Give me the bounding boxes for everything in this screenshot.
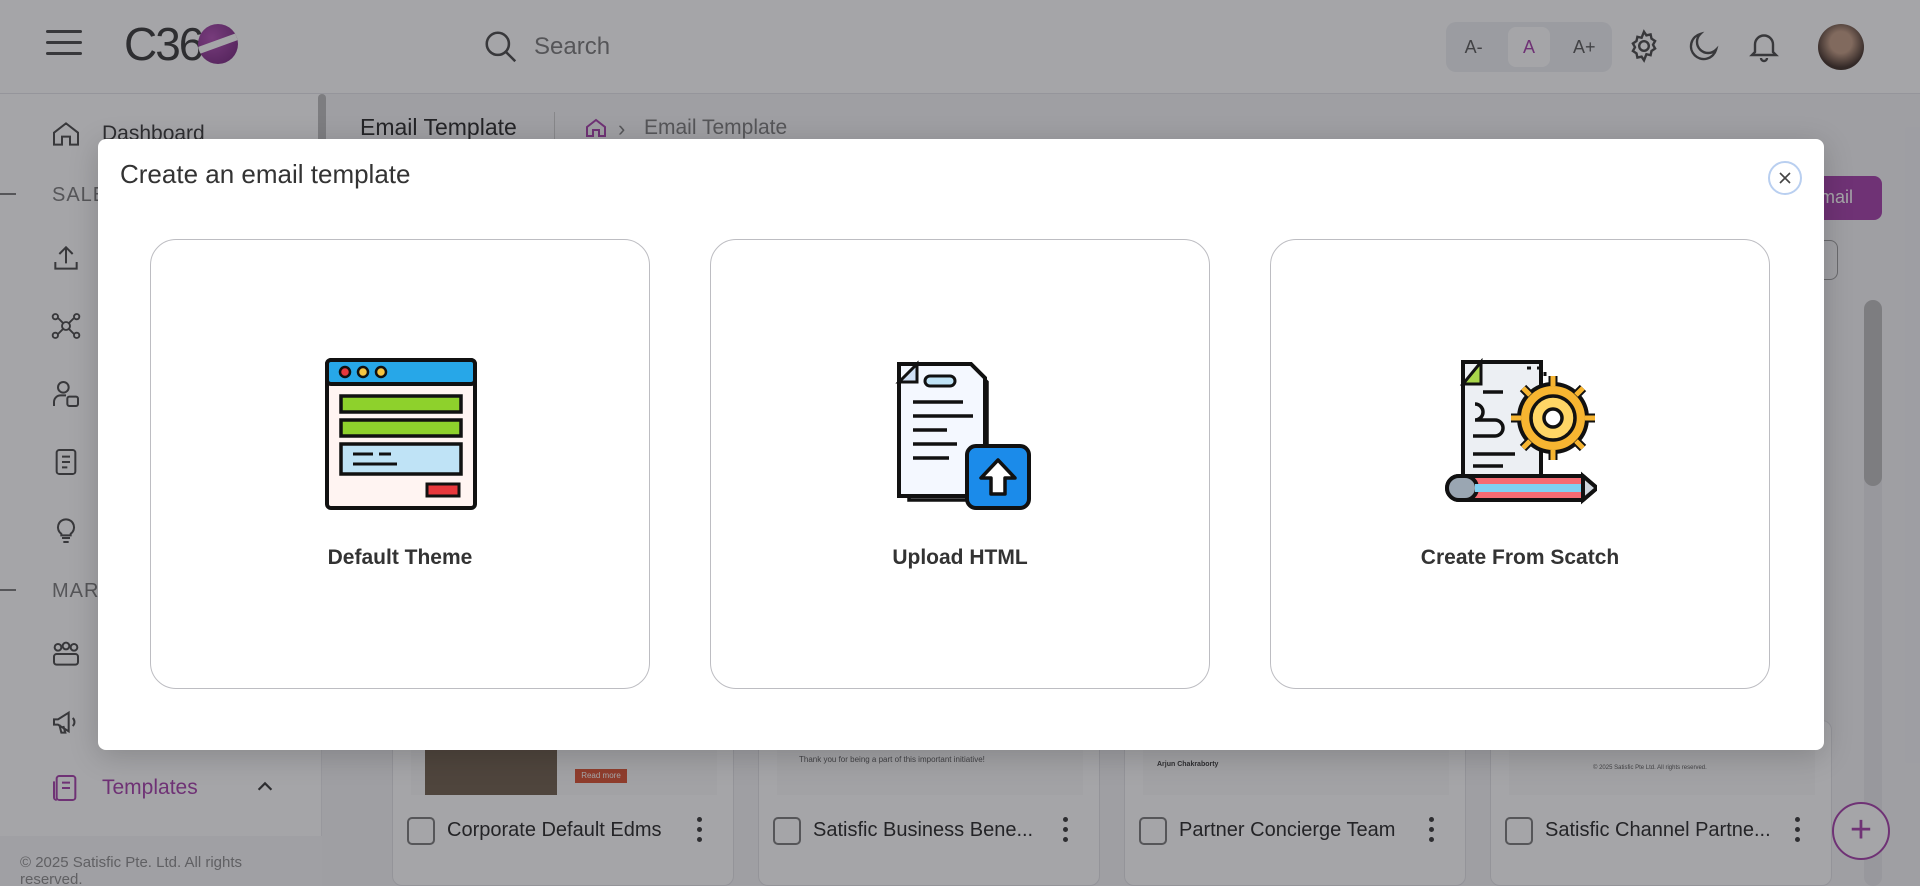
close-button[interactable] (1768, 161, 1802, 195)
document-gear-pencil-icon (1445, 358, 1597, 505)
option-label: Upload HTML (892, 546, 1028, 569)
option-label: Default Theme (327, 546, 473, 569)
modal-title: Create an email template (120, 159, 411, 189)
browser-template-icon (325, 358, 477, 510)
create-template-modal: Create an email template Default Theme U… (98, 139, 1824, 750)
option-upload-html[interactable]: Upload HTML (710, 239, 1210, 689)
option-create-from-scratch[interactable]: Create From Scatch (1270, 239, 1770, 689)
option-default-theme[interactable]: Default Theme (150, 239, 650, 689)
close-icon (1779, 172, 1791, 184)
document-upload-icon (895, 360, 1031, 510)
option-label: Create From Scatch (1420, 546, 1620, 569)
